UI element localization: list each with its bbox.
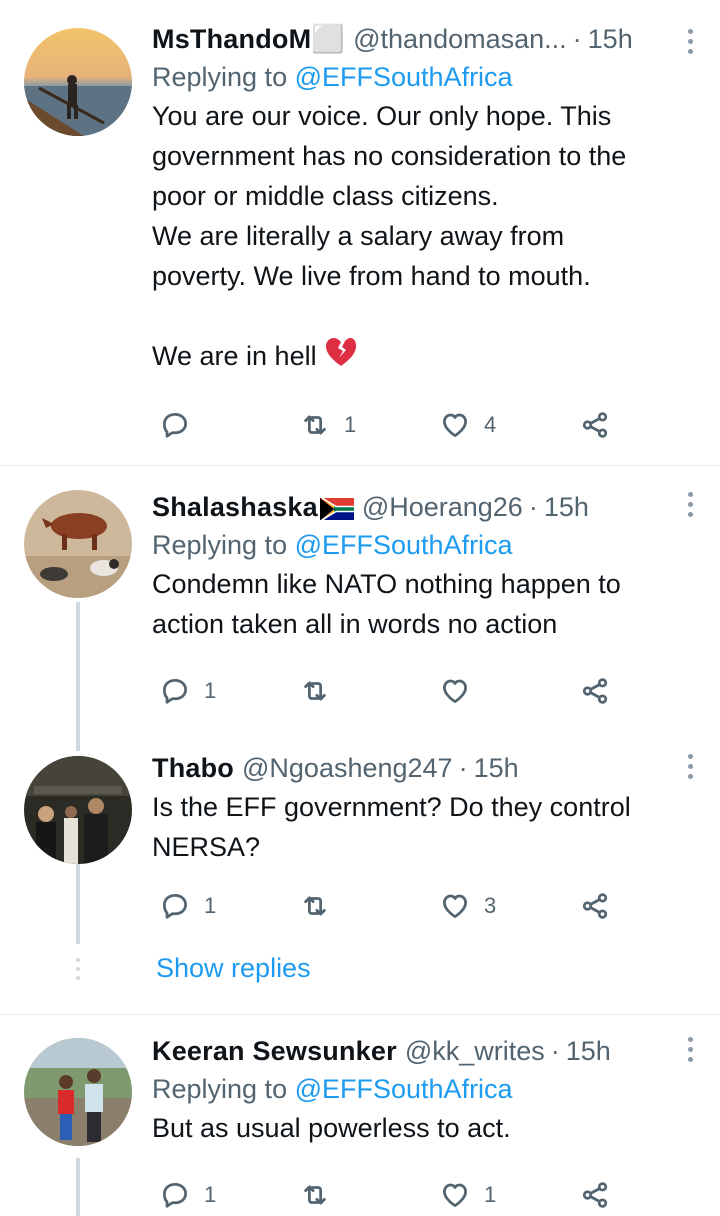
like-count: 1: [484, 1182, 497, 1207]
share-icon: [580, 891, 610, 921]
display-name[interactable]: Thabo: [152, 753, 234, 784]
share-icon: [580, 1180, 610, 1210]
retweet-icon: [300, 676, 330, 706]
share-button[interactable]: [580, 405, 610, 445]
like-button[interactable]: 1: [440, 1175, 496, 1215]
avatar[interactable]: [24, 490, 132, 598]
reply-button[interactable]: 1: [160, 1175, 216, 1215]
tweet-actions: 1: [152, 671, 700, 711]
replying-to: Replying to @EFFSouthAfrica: [152, 526, 700, 564]
replying-prefix: Replying to: [152, 530, 295, 560]
tweet-text: But as usual powerless to act.: [152, 1113, 511, 1143]
separator-dot: ·: [572, 23, 582, 54]
share-icon: [580, 676, 610, 706]
broken-heart-icon: [324, 336, 358, 379]
tweet-2[interactable]: Shalashaska @Hoerang26 · 15h Replying to…: [0, 466, 720, 751]
retweet-button[interactable]: [300, 671, 344, 711]
separator-dot: ·: [458, 752, 468, 783]
show-replies-link[interactable]: Show replies: [156, 953, 311, 984]
like-icon: [440, 891, 470, 921]
retweet-button[interactable]: [300, 1175, 344, 1215]
replying-to-link[interactable]: @EFFSouthAfrica: [295, 62, 513, 92]
replying-prefix: Replying to: [152, 62, 295, 92]
retweet-count: 1: [344, 412, 357, 437]
replying-to: Replying to @EFFSouthAfrica: [152, 58, 700, 96]
timestamp[interactable]: 15h: [474, 753, 519, 784]
user-handle[interactable]: @thandomasan...: [353, 24, 567, 55]
tweet-4[interactable]: Keeran Sewsunker @kk_writes · 15h Replyi…: [0, 1015, 720, 1216]
timestamp[interactable]: 15h: [588, 24, 633, 55]
reply-icon: [160, 891, 190, 921]
more-options-icon[interactable]: [688, 754, 694, 779]
tweet-text-body: You are our voice. Our only hope. This g…: [152, 101, 627, 371]
like-icon: [440, 410, 470, 440]
tweet-actions: 1 1: [152, 1175, 700, 1215]
like-icon: [440, 676, 470, 706]
replying-to-link[interactable]: @EFFSouthAfrica: [295, 1074, 513, 1104]
retweet-icon: [300, 410, 330, 440]
tweet-3[interactable]: Thabo @Ngoasheng247 · 15h Is the EFF gov…: [0, 741, 720, 944]
display-name[interactable]: Shalashaska: [152, 492, 318, 523]
retweet-icon: [300, 891, 330, 921]
avatar[interactable]: [24, 1038, 132, 1146]
tweet-header: Thabo @Ngoasheng247 · 15h: [152, 749, 700, 787]
retweet-icon: [300, 1180, 330, 1210]
avatar[interactable]: [24, 28, 132, 136]
like-button[interactable]: [440, 671, 484, 711]
tweet-text: Condemn like NATO nothing happen to acti…: [152, 569, 621, 639]
tweet-header: Shalashaska @Hoerang26 · 15h: [152, 488, 700, 526]
like-icon: [440, 1180, 470, 1210]
south-africa-flag-icon: [319, 495, 354, 523]
tweet-actions: 1 3: [152, 886, 700, 926]
retweet-button[interactable]: [300, 886, 344, 926]
share-button[interactable]: [580, 1175, 610, 1215]
share-icon: [580, 410, 610, 440]
reply-count: 1: [204, 893, 217, 918]
tweet-text: You are our voice. Our only hope. This g…: [152, 96, 700, 379]
thread-line: [76, 1158, 80, 1216]
display-name[interactable]: MsThandoM⬜: [152, 23, 345, 55]
thread-line: [76, 864, 80, 944]
user-handle[interactable]: @Hoerang26: [362, 492, 523, 523]
tweet-header: Keeran Sewsunker @kk_writes · 15h: [152, 1032, 700, 1070]
share-button[interactable]: [580, 671, 610, 711]
replying-to: Replying to @EFFSouthAfrica: [152, 1070, 700, 1108]
reply-icon: [160, 1180, 190, 1210]
reply-count: 1: [204, 678, 217, 703]
reply-button[interactable]: [160, 405, 204, 445]
more-options-icon[interactable]: [688, 492, 694, 517]
reply-count: 1: [204, 1182, 217, 1207]
thread-continuation-dots: [76, 958, 80, 980]
replying-prefix: Replying to: [152, 1074, 295, 1104]
separator-dot: ·: [550, 1035, 560, 1066]
tweet-text: Is the EFF government? Do they control N…: [152, 792, 631, 862]
separator-dot: ·: [528, 491, 538, 522]
like-button[interactable]: 4: [440, 405, 496, 445]
like-count: 4: [484, 412, 497, 437]
reply-button[interactable]: 1: [160, 886, 216, 926]
thread-line: [76, 602, 80, 751]
more-options-icon[interactable]: [688, 1037, 694, 1062]
user-handle[interactable]: @Ngoasheng247: [242, 753, 453, 784]
avatar[interactable]: [24, 756, 132, 864]
retweet-button[interactable]: 1: [300, 405, 356, 445]
tweet-actions: 1 4: [152, 405, 700, 445]
share-button[interactable]: [580, 886, 610, 926]
timestamp[interactable]: 15h: [566, 1036, 611, 1067]
more-options-icon[interactable]: [688, 29, 694, 54]
replying-to-link[interactable]: @EFFSouthAfrica: [295, 530, 513, 560]
display-name[interactable]: Keeran Sewsunker: [152, 1036, 397, 1067]
user-handle[interactable]: @kk_writes: [405, 1036, 545, 1067]
reply-button[interactable]: 1: [160, 671, 216, 711]
tweet-1[interactable]: MsThandoM⬜ @thandomasan... · 15h Replyin…: [0, 0, 720, 465]
reply-icon: [160, 410, 190, 440]
like-button[interactable]: 3: [440, 886, 496, 926]
reply-icon: [160, 676, 190, 706]
tweet-header: MsThandoM⬜ @thandomasan... · 15h: [152, 20, 700, 58]
like-count: 3: [484, 893, 497, 918]
timestamp[interactable]: 15h: [544, 492, 589, 523]
